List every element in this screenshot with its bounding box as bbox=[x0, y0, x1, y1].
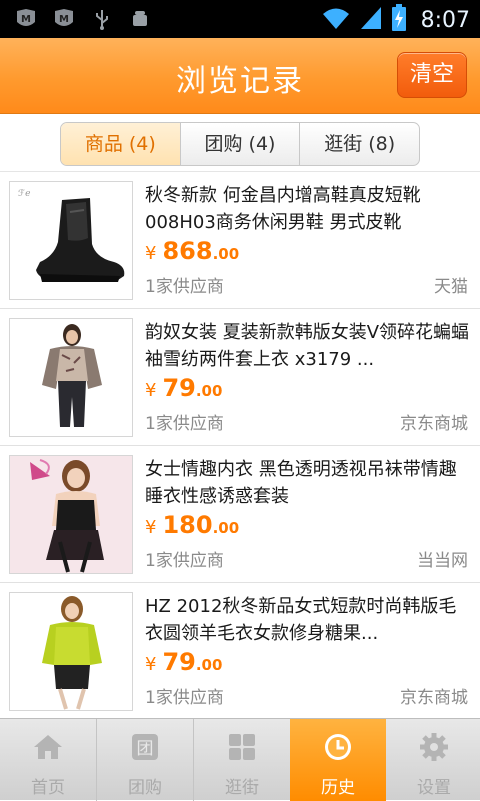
app-header: 浏览记录 清空 bbox=[0, 38, 480, 114]
product-image-top bbox=[9, 318, 133, 437]
store-name: 京东商城 bbox=[400, 414, 468, 434]
clear-history-button[interactable]: 清空 bbox=[397, 52, 467, 98]
price-integer: 868 bbox=[162, 237, 213, 265]
currency-symbol: ¥ bbox=[145, 380, 157, 401]
list-item[interactable]: ℱℯ 秋冬新款 何金昌内增高鞋真皮短靴008H03商务休闲男鞋 男式皮靴 ¥86… bbox=[0, 172, 480, 309]
home-icon bbox=[32, 731, 64, 763]
list-item[interactable]: HZ 2012秋冬新品女式短款时尚韩版毛衣圆领羊毛衣女款修身糖果... ¥79.… bbox=[0, 583, 480, 718]
nav-label: 设置 bbox=[417, 778, 451, 798]
svg-text:M: M bbox=[21, 14, 31, 25]
clock-icon bbox=[322, 731, 354, 763]
history-list: ℱℯ 秋冬新款 何金昌内增高鞋真皮短靴008H03商务休闲男鞋 男式皮靴 ¥86… bbox=[0, 172, 480, 718]
usb-icon bbox=[90, 7, 114, 31]
currency-symbol: ¥ bbox=[145, 517, 157, 538]
svg-text:ℱℯ: ℱℯ bbox=[18, 189, 30, 199]
list-item[interactable]: 女士情趣内衣 黑色透明透视吊袜带情趣睡衣性感诱惑套装 ¥180.00 1家供应商… bbox=[0, 446, 480, 583]
svg-text:M: M bbox=[59, 14, 69, 25]
product-price: ¥79.00 bbox=[145, 374, 222, 402]
battery-charging-icon bbox=[391, 4, 407, 36]
product-price: ¥180.00 bbox=[145, 511, 239, 539]
nav-label: 逛街 bbox=[225, 778, 259, 798]
nav-home[interactable]: 首页 bbox=[0, 719, 96, 801]
product-title: 女士情趣内衣 黑色透明透视吊袜带情趣睡衣性感诱惑套装 bbox=[145, 459, 457, 507]
price-decimal: .00 bbox=[195, 382, 223, 400]
supplier-count: 1家供应商 bbox=[145, 688, 224, 708]
product-image-sweater bbox=[9, 592, 133, 711]
nav-shopping[interactable]: 逛街 bbox=[194, 719, 290, 801]
android-debug-icon bbox=[128, 7, 152, 31]
nav-label: 团购 bbox=[128, 778, 162, 798]
nav-settings[interactable]: 设置 bbox=[386, 719, 480, 801]
notification-icons: M M bbox=[14, 7, 152, 31]
grid-icon bbox=[226, 731, 258, 763]
tabs-area: 商品 (4) 团购 (4) 逛街 (8) bbox=[0, 114, 480, 172]
price-integer: 79 bbox=[162, 374, 196, 402]
bottom-navigation: 首页 团 团购 逛街 历史 设置 bbox=[0, 718, 480, 801]
product-price: ¥79.00 bbox=[145, 648, 222, 676]
status-bar: M M 8:07 bbox=[0, 0, 480, 38]
product-title: HZ 2012秋冬新品女式短款时尚韩版毛衣圆领羊毛衣女款修身糖果... bbox=[145, 596, 457, 644]
price-decimal: .00 bbox=[212, 519, 240, 537]
m-app-icon: M bbox=[14, 7, 38, 31]
price-integer: 79 bbox=[162, 648, 196, 676]
currency-symbol: ¥ bbox=[145, 243, 157, 264]
store-name: 天猫 bbox=[434, 277, 468, 297]
product-title: 秋冬新款 何金昌内增高鞋真皮短靴008H03商务休闲男鞋 男式皮靴 bbox=[145, 185, 421, 233]
nav-group-buy[interactable]: 团 团购 bbox=[97, 719, 193, 801]
m-app-icon-2: M bbox=[52, 7, 76, 31]
supplier-count: 1家供应商 bbox=[145, 414, 224, 434]
group-buy-icon: 团 bbox=[129, 731, 161, 763]
product-title: 韵奴女装 夏装新款韩版女装V领碎花蝙蝠袖雪纺两件套上衣 x3179 ... bbox=[145, 322, 470, 370]
tab-products[interactable]: 商品 (4) bbox=[61, 123, 181, 165]
wifi-icon bbox=[321, 5, 351, 35]
tab-shopping[interactable]: 逛街 (8) bbox=[300, 123, 419, 165]
product-image-lingerie bbox=[9, 455, 133, 574]
nav-label: 历史 bbox=[321, 778, 355, 798]
gear-icon bbox=[418, 731, 450, 763]
price-integer: 180 bbox=[162, 511, 213, 539]
supplier-count: 1家供应商 bbox=[145, 277, 224, 297]
product-image-boot: ℱℯ bbox=[9, 181, 133, 300]
signal-icon bbox=[359, 5, 383, 35]
list-item[interactable]: 韵奴女装 夏装新款韩版女装V领碎花蝙蝠袖雪纺两件套上衣 x3179 ... ¥7… bbox=[0, 309, 480, 446]
store-name: 京东商城 bbox=[400, 688, 468, 708]
segmented-tabs: 商品 (4) 团购 (4) 逛街 (8) bbox=[60, 122, 420, 166]
supplier-count: 1家供应商 bbox=[145, 551, 224, 571]
clock-time: 8:07 bbox=[420, 7, 470, 33]
store-name: 当当网 bbox=[417, 551, 468, 571]
product-price: ¥868.00 bbox=[145, 237, 239, 265]
price-decimal: .00 bbox=[212, 245, 240, 263]
currency-symbol: ¥ bbox=[145, 654, 157, 675]
nav-label: 首页 bbox=[31, 778, 65, 798]
tab-group-buy[interactable]: 团购 (4) bbox=[181, 123, 301, 165]
svg-text:团: 团 bbox=[137, 739, 154, 759]
nav-history[interactable]: 历史 bbox=[290, 719, 386, 801]
system-icons: 8:07 bbox=[321, 4, 470, 36]
price-decimal: .00 bbox=[195, 656, 223, 674]
